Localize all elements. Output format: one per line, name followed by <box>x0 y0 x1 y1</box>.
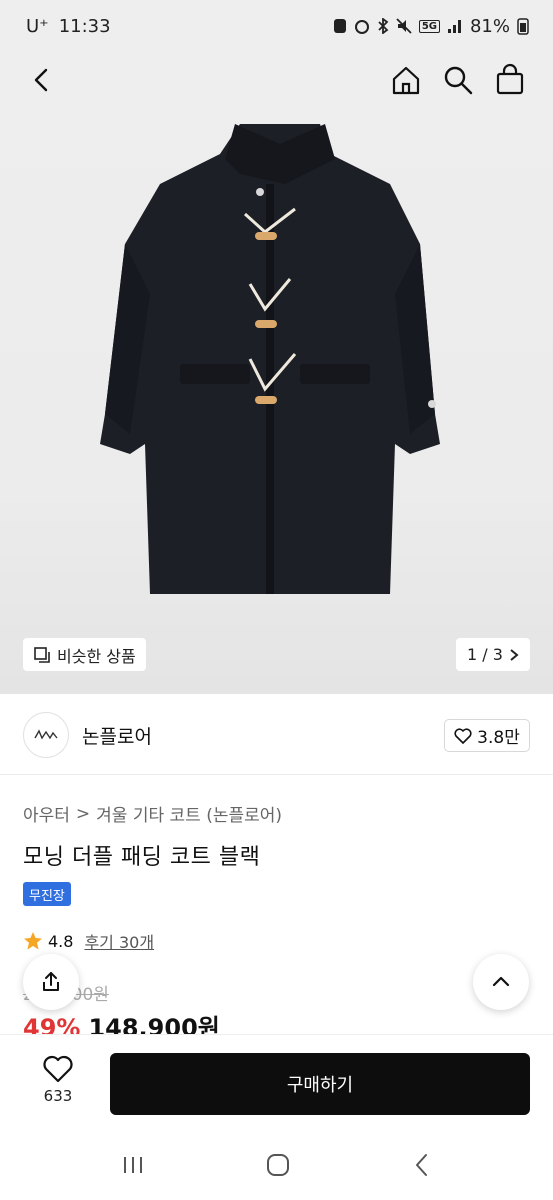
page-indicator-text: 1 / 3 <box>467 645 503 664</box>
brand-name[interactable]: 논플로어 <box>82 722 152 749</box>
bluetooth-icon <box>377 18 389 34</box>
rating-value: 4.8 <box>48 931 74 951</box>
bottom-action-bar: 633 구매하기 <box>0 1034 553 1130</box>
wishlist-button[interactable]: 633 <box>30 1055 86 1105</box>
heart-outline-icon <box>454 727 472 744</box>
home-icon[interactable] <box>388 62 424 98</box>
shopping-bag-icon[interactable] <box>492 62 528 98</box>
buy-button[interactable]: 구매하기 <box>110 1053 530 1115</box>
brand-like-button[interactable]: 3.8만 <box>444 719 530 752</box>
brand-logo-mark <box>34 729 58 740</box>
back-arrow-icon[interactable] <box>26 64 58 96</box>
chevron-up-icon <box>492 976 510 987</box>
copy-squares-icon <box>34 646 50 663</box>
share-icon <box>43 972 59 991</box>
alarm-icon <box>354 18 370 34</box>
review-count-link[interactable]: 후기 30개 <box>84 929 154 953</box>
share-button[interactable] <box>23 954 79 1010</box>
similar-products-label: 비슷한 상품 <box>57 646 136 666</box>
breadcrumb-category[interactable]: 아우터 <box>23 801 70 826</box>
top-navigation <box>0 52 553 108</box>
product-title: 모닝 더플 패딩 코트 블랙 <box>23 845 261 870</box>
system-navigation-bar <box>0 1130 553 1200</box>
breadcrumb: 아우터 > 겨울 기타 코트 (논플로어) <box>23 801 282 827</box>
brand-row: 논플로어 3.8만 <box>0 700 553 775</box>
network-5g-icon: 5G <box>418 19 440 33</box>
home-nav-icon[interactable] <box>265 1152 291 1178</box>
heart-outline-icon <box>43 1055 73 1083</box>
brand-logo[interactable] <box>23 712 69 758</box>
mute-icon <box>396 18 412 34</box>
image-page-indicator[interactable]: 1 / 3 <box>456 638 530 671</box>
similar-products-button[interactable]: 비슷한 상품 <box>23 638 146 671</box>
scroll-to-top-button[interactable] <box>473 954 529 1010</box>
star-icon <box>24 932 42 950</box>
battery-percent: 81% <box>469 15 510 37</box>
back-nav-icon[interactable] <box>411 1152 433 1178</box>
recent-apps-icon[interactable] <box>120 1154 146 1176</box>
clock: 11:33 <box>58 15 111 37</box>
brand-like-count: 3.8만 <box>477 728 520 748</box>
promo-badge: 무진장 <box>23 882 71 906</box>
wishlist-count: 633 <box>43 1087 73 1105</box>
breadcrumb-separator-icon: > <box>75 803 91 824</box>
carrier-label: U⁺ <box>26 15 49 37</box>
breadcrumb-subcategory[interactable]: 겨울 기타 코트 (논플로어) <box>96 801 282 826</box>
rating-row: 4.8 후기 30개 <box>23 929 154 953</box>
chevron-right-icon <box>510 648 519 661</box>
notification-icon <box>333 18 347 34</box>
product-image-coat <box>100 124 440 594</box>
search-icon[interactable] <box>440 62 476 98</box>
battery-icon <box>517 17 529 35</box>
signal-icon <box>447 18 463 34</box>
status-bar: U⁺ 11:33 5G 81% <box>0 0 553 52</box>
